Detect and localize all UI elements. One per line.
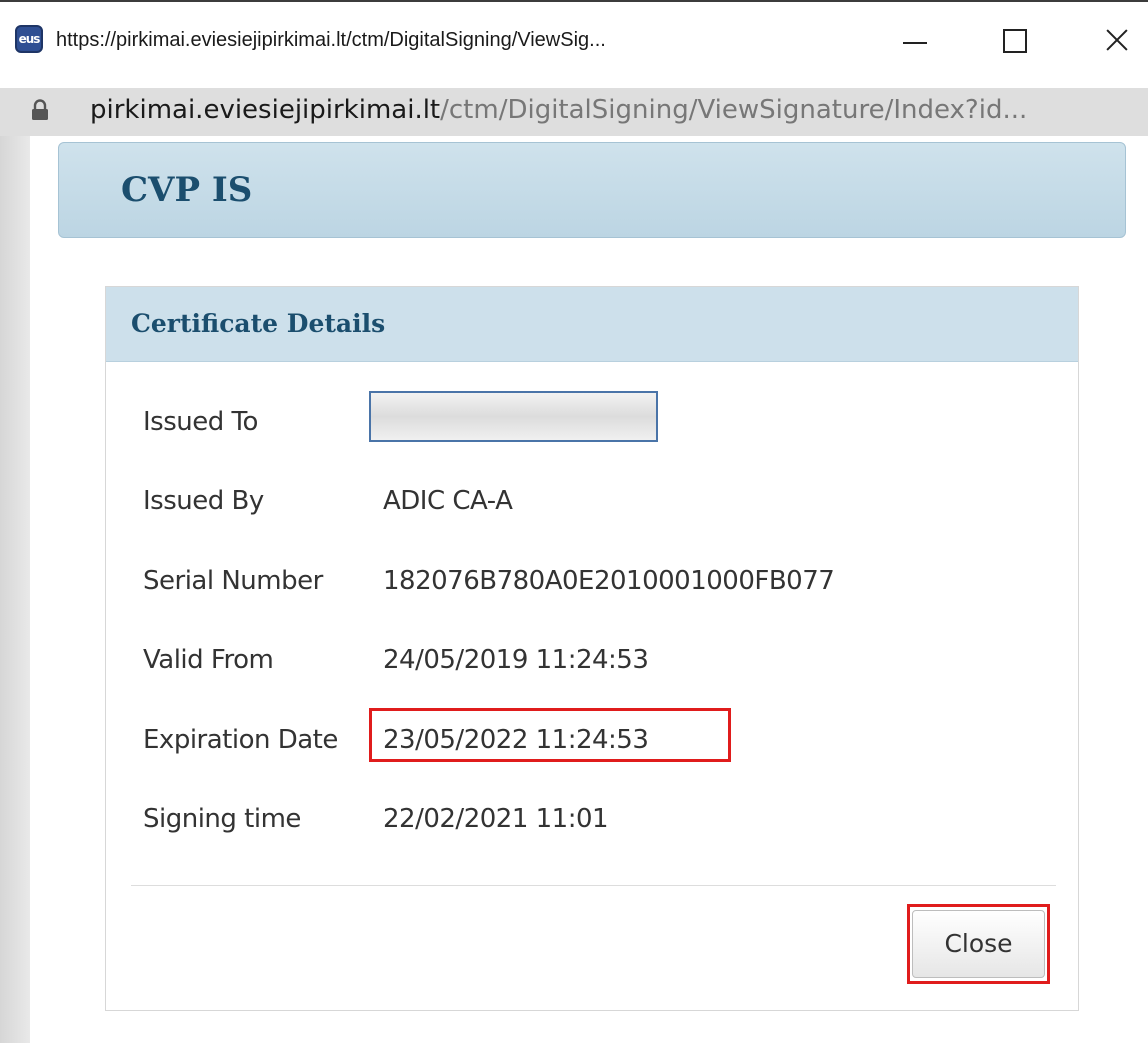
certificate-details-panel: Certificate Details Issued To Issued By …: [105, 286, 1079, 1011]
window-title: https://pirkimai.eviesiejipirkimai.lt/ct…: [56, 29, 606, 51]
minimize-icon[interactable]: [895, 20, 935, 60]
page-side-shade: [0, 136, 30, 1043]
expiration-date-label: Expiration Date: [143, 725, 338, 755]
panel-title: Certificate Details: [131, 309, 386, 338]
app-header: CVP IS: [58, 142, 1126, 238]
issued-to-label: Issued To: [143, 407, 258, 437]
site-favicon-icon: eus: [15, 25, 43, 53]
close-button[interactable]: Close: [912, 910, 1045, 978]
maximize-icon[interactable]: [995, 20, 1035, 60]
issued-by-value: ADIC CA-A: [383, 486, 513, 516]
url-path: /ctm/DigitalSigning/ViewSignature/Index?…: [440, 95, 1028, 125]
lock-icon: [32, 99, 48, 120]
serial-number-label: Serial Number: [143, 566, 323, 596]
signing-time-value: 22/02/2021 11:01: [383, 804, 609, 834]
expiration-highlight-box: [369, 708, 731, 762]
signing-time-label: Signing time: [143, 804, 301, 834]
close-window-icon[interactable]: [1100, 20, 1140, 60]
issued-by-label: Issued By: [143, 486, 264, 516]
valid-from-value: 24/05/2019 11:24:53: [383, 645, 649, 675]
panel-header: Certificate Details: [106, 287, 1078, 362]
app-title: CVP IS: [121, 170, 253, 210]
issued-to-value: [369, 391, 658, 442]
url-host: pirkimai.eviesiejipirkimai.lt: [90, 95, 441, 125]
serial-number-value: 182076B780A0E2010001000FB077: [383, 566, 835, 596]
address-url[interactable]: pirkimai.eviesiejipirkimai.lt/ctm/Digita…: [90, 95, 1027, 125]
footer-divider: [131, 885, 1056, 886]
valid-from-label: Valid From: [143, 645, 274, 675]
window-titlebar: eus https://pirkimai.eviesiejipirkimai.l…: [0, 0, 1148, 88]
